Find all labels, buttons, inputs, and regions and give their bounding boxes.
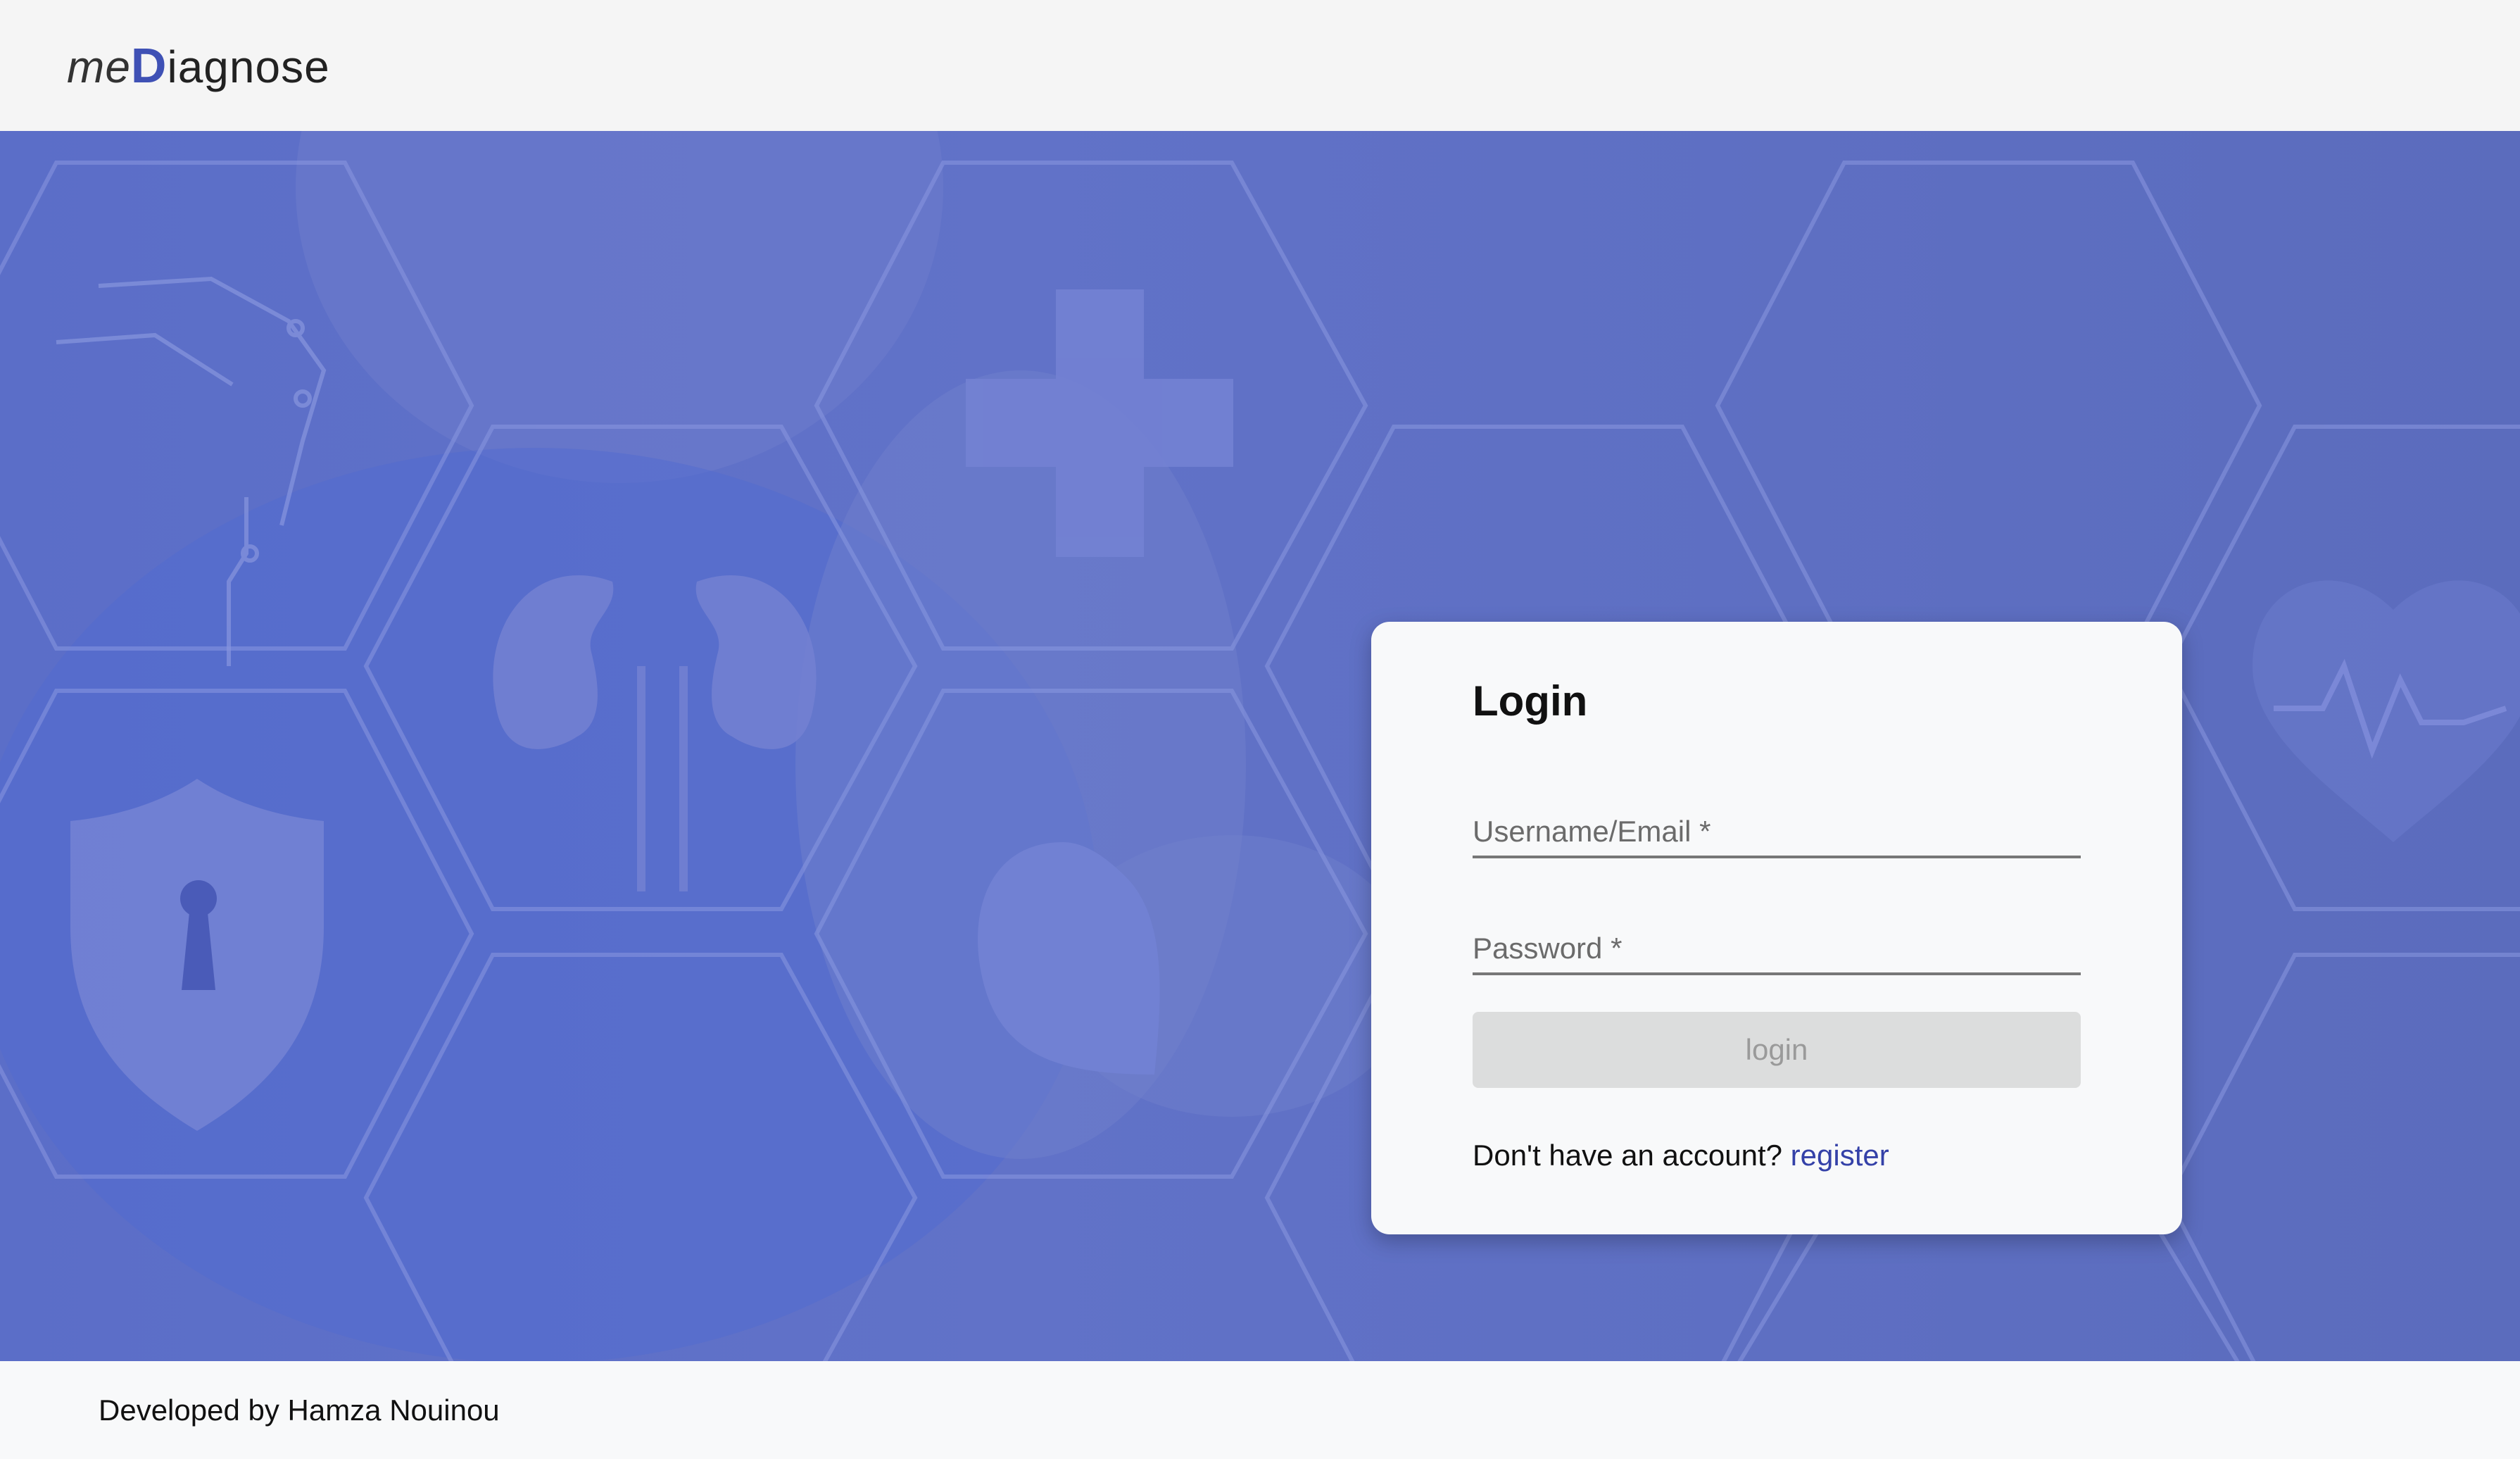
app-footer: Developed by Hamza Nouinou [0,1361,2520,1459]
register-link[interactable]: register [1791,1139,1889,1172]
username-input[interactable] [1473,815,2081,849]
register-prompt: Don't have an account? register [1473,1139,2081,1172]
login-button[interactable]: login [1473,1012,2081,1088]
hero-background: Login login Don't have an account? regis… [0,131,2520,1361]
developer-credit: Developed by Hamza Nouinou [99,1393,500,1427]
app-header: meDiagnose [0,0,2520,131]
logo-rest: iagnose [167,42,330,92]
register-prompt-text: Don't have an account? [1473,1139,1782,1172]
login-card: Login login Don't have an account? regis… [1371,622,2182,1234]
username-field-wrapper [1473,781,2081,858]
heartbeat-icon [2253,580,2520,842]
password-field-wrapper [1473,898,2081,975]
logo-d: D [130,38,168,93]
password-input[interactable] [1473,932,2081,965]
login-title: Login [1473,677,1588,725]
logo-me: me [67,42,131,92]
app-logo[interactable]: meDiagnose [67,41,330,90]
